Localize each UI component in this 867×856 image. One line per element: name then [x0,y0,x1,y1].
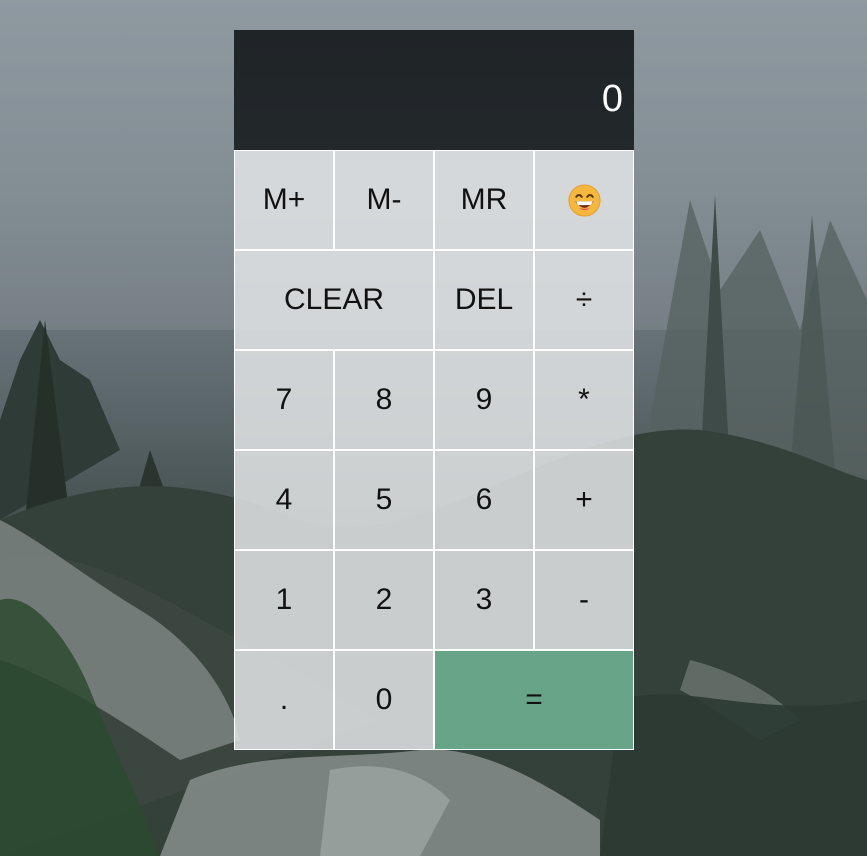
digit-8-button[interactable]: 8 [334,350,434,450]
digit-9-button[interactable]: 9 [434,350,534,450]
display-value: 0 [601,78,623,120]
equals-button[interactable]: = [434,650,634,750]
clear-button[interactable]: CLEAR [234,250,434,350]
digit-4-button[interactable]: 4 [234,450,334,550]
digit-0-button[interactable]: 0 [334,650,434,750]
digit-6-button[interactable]: 6 [434,450,534,550]
emoji-button[interactable] [534,150,634,250]
grinning-face-icon [567,183,601,217]
calculator: 0 M+ M- MR CLEAR DEL ÷ 7 8 9 * 4 5 6 + 1 [234,30,634,750]
digit-1-button[interactable]: 1 [234,550,334,650]
multiply-button[interactable]: * [534,350,634,450]
digit-5-button[interactable]: 5 [334,450,434,550]
keypad: M+ M- MR CLEAR DEL ÷ 7 8 9 * 4 5 6 + 1 2… [234,150,634,750]
minus-button[interactable]: - [534,550,634,650]
calculator-display: 0 [234,30,634,150]
memory-recall-button[interactable]: MR [434,150,534,250]
digit-2-button[interactable]: 2 [334,550,434,650]
memory-add-button[interactable]: M+ [234,150,334,250]
memory-subtract-button[interactable]: M- [334,150,434,250]
digit-7-button[interactable]: 7 [234,350,334,450]
digit-3-button[interactable]: 3 [434,550,534,650]
plus-button[interactable]: + [534,450,634,550]
decimal-button[interactable]: . [234,650,334,750]
divide-button[interactable]: ÷ [534,250,634,350]
delete-button[interactable]: DEL [434,250,534,350]
